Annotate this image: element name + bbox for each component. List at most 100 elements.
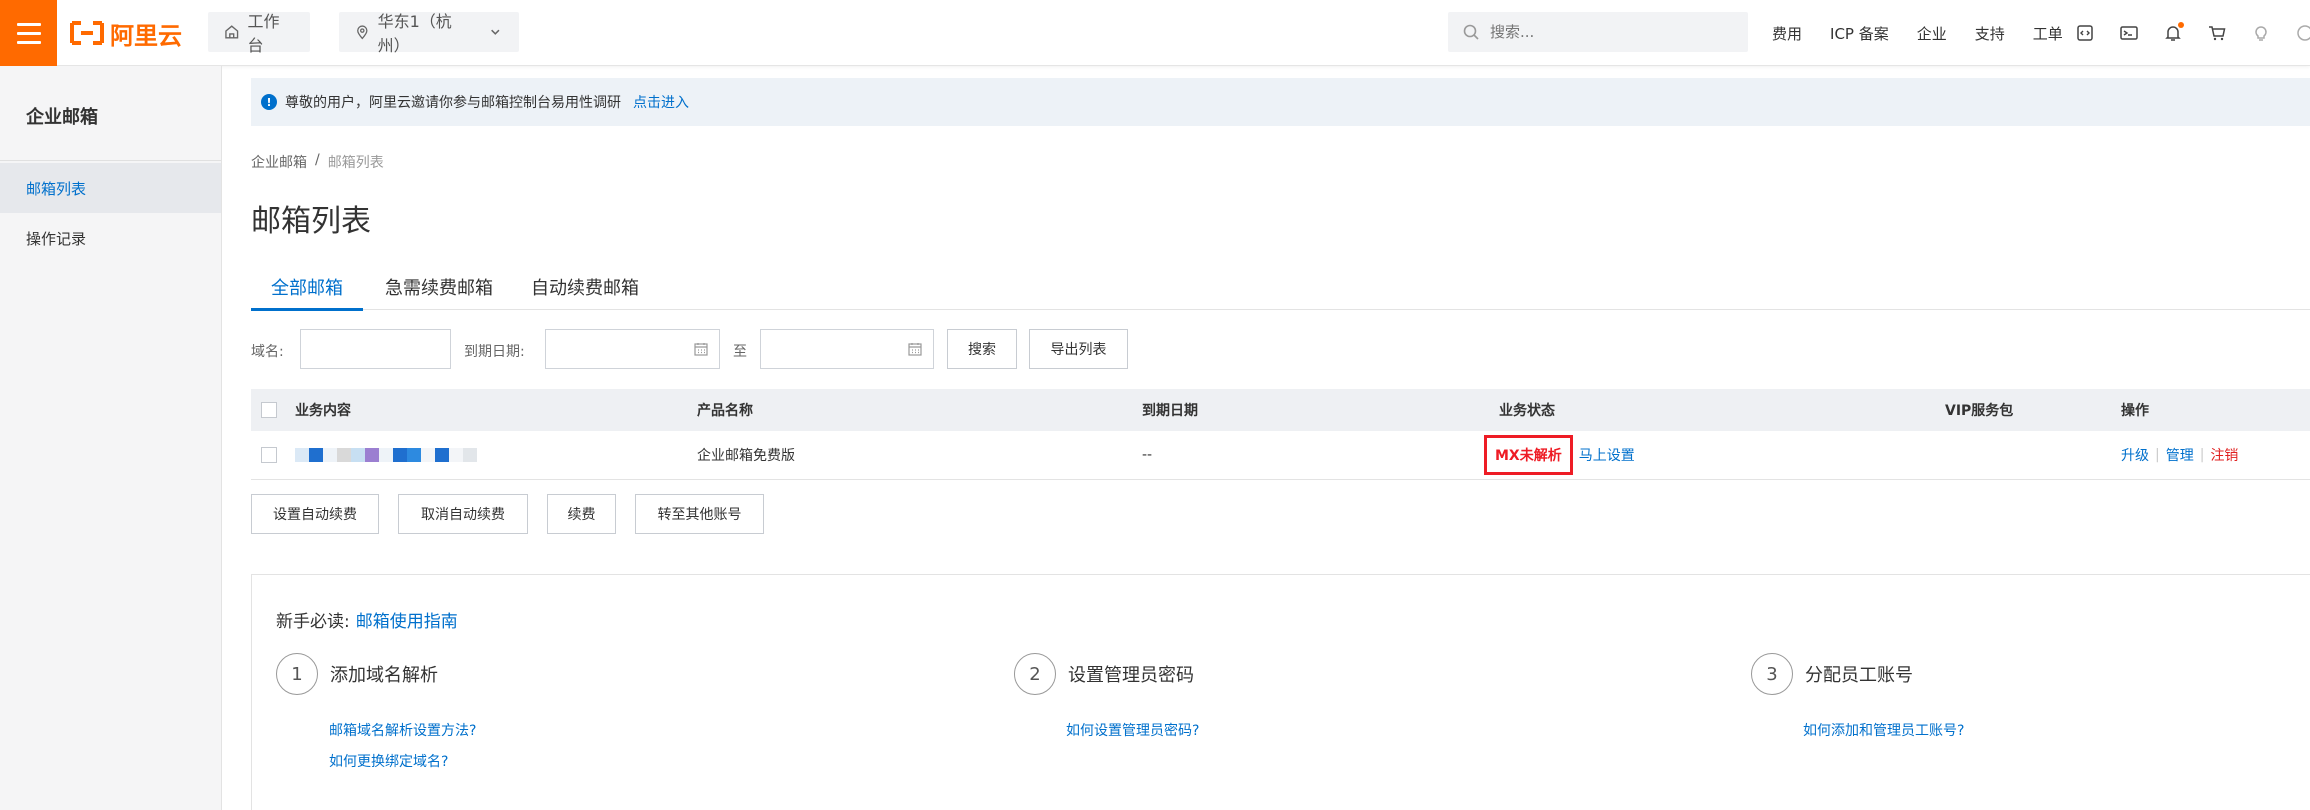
top-link-icp[interactable]: ICP 备案 bbox=[1830, 23, 1889, 44]
beginner-guide-panel: 新手必读: 邮箱使用指南 1 添加域名解析 邮箱域名解析设置方法? 如何更换绑定域… bbox=[251, 574, 2310, 810]
bell-icon[interactable] bbox=[2162, 22, 2184, 44]
sidebar: 企业邮箱 邮箱列表 操作记录 bbox=[0, 66, 222, 810]
sidebar-title: 企业邮箱 bbox=[26, 107, 98, 128]
sidebar-item-operation-log[interactable]: 操作记录 bbox=[0, 213, 221, 263]
guide-step-3: 3 分配员工账号 bbox=[1751, 653, 1913, 695]
help-icon[interactable] bbox=[2294, 22, 2310, 44]
step-title: 分配员工账号 bbox=[1805, 665, 1913, 686]
column-status: 业务状态 bbox=[1499, 403, 1555, 419]
menu-icon[interactable] bbox=[0, 0, 57, 66]
workbench-button[interactable]: 工作台 bbox=[208, 12, 310, 55]
tab-all-mailboxes[interactable]: 全部邮箱 bbox=[251, 264, 363, 311]
lightbulb-icon[interactable] bbox=[2250, 22, 2272, 44]
upgrade-link[interactable]: 升级 bbox=[2121, 445, 2149, 465]
home-icon bbox=[225, 25, 239, 39]
search-button[interactable]: 搜索 bbox=[947, 329, 1017, 369]
expire-date-start[interactable] bbox=[545, 329, 720, 369]
column-vip-package: VIP服务包 bbox=[1945, 403, 2014, 419]
sidebar-item-label: 邮箱列表 bbox=[26, 179, 87, 198]
top-link-ticket[interactable]: 工单 bbox=[2033, 23, 2063, 44]
calendar-icon bbox=[694, 343, 708, 356]
breadcrumb: 企业邮箱 / 邮箱列表 bbox=[251, 152, 384, 172]
step-number: 3 bbox=[1751, 653, 1793, 695]
tab-auto-renewal[interactable]: 自动续费邮箱 bbox=[513, 264, 659, 310]
table-row: 企业邮箱免费版 -- MX未解析 马上设置 升级 | 管理 | 注销 bbox=[251, 431, 2310, 480]
tab-bar: 全部邮箱 急需续费邮箱 自动续费邮箱 bbox=[251, 264, 2310, 311]
code-icon[interactable] bbox=[2074, 22, 2096, 44]
domain-input[interactable] bbox=[301, 330, 440, 368]
business-content-redacted bbox=[295, 431, 477, 479]
domain-label: 域名: bbox=[251, 344, 284, 360]
page-title: 邮箱列表 bbox=[251, 204, 371, 239]
cancel-account-link[interactable]: 注销 bbox=[2210, 445, 2238, 465]
top-links: 费用 ICP 备案 企业 支持 工单 bbox=[1772, 0, 2063, 66]
set-auto-renew-button[interactable]: 设置自动续费 bbox=[251, 494, 379, 534]
step-number: 2 bbox=[1014, 653, 1056, 695]
calendar-icon bbox=[908, 343, 922, 356]
row-checkbox[interactable] bbox=[261, 447, 277, 463]
column-expire-date: 到期日期 bbox=[1142, 403, 1198, 419]
top-link-support[interactable]: 支持 bbox=[1975, 23, 2005, 44]
step-3-link-employee-accounts[interactable]: 如何添加和管理员工账号? bbox=[1803, 720, 1964, 740]
mx-unresolved-status: MX未解析 bbox=[1484, 435, 1573, 475]
column-product-name: 产品名称 bbox=[697, 403, 753, 419]
step-1-link-change-domain[interactable]: 如何更换绑定域名? bbox=[329, 751, 448, 771]
action-separator: | bbox=[2155, 447, 2160, 463]
manage-link[interactable]: 管理 bbox=[2166, 445, 2194, 465]
survey-notice: ! 尊敬的用户，阿里云邀请你参与邮箱控制台易用性调研 点击进入 bbox=[251, 78, 2310, 126]
redacted-mosaic bbox=[295, 448, 477, 462]
info-icon: ! bbox=[261, 94, 277, 110]
mailbox-table: 业务内容 产品名称 到期日期 业务状态 VIP服务包 操作 企业邮箱免费版 --… bbox=[251, 389, 2310, 480]
tab-urgent-renewal[interactable]: 急需续费邮箱 bbox=[363, 264, 513, 310]
location-icon bbox=[357, 25, 368, 40]
sidebar-item-label: 操作记录 bbox=[26, 229, 87, 248]
top-link-enterprise[interactable]: 企业 bbox=[1917, 23, 1947, 44]
date-range-to-label: 至 bbox=[733, 344, 747, 360]
top-navigation-bar: 阿里云 工作台 华东1（杭州） 费用 ICP 备案 企业 支持 工单 bbox=[0, 0, 2310, 66]
region-label: 华东1（杭州） bbox=[377, 12, 452, 55]
top-icon-group bbox=[2074, 0, 2310, 66]
chevron-down-icon bbox=[491, 29, 500, 35]
breadcrumb-item-current: 邮箱列表 bbox=[327, 155, 384, 171]
guide-label: 新手必读: bbox=[276, 612, 350, 632]
notice-link[interactable]: 点击进入 bbox=[633, 92, 689, 112]
step-title: 设置管理员密码 bbox=[1068, 665, 1194, 686]
product-name: 企业邮箱免费版 bbox=[697, 448, 795, 464]
status-cell: MX未解析 马上设置 bbox=[1484, 431, 1635, 479]
region-selector[interactable]: 华东1（杭州） bbox=[339, 12, 519, 55]
select-all-checkbox[interactable] bbox=[261, 402, 277, 418]
sidebar-item-mailbox-list[interactable]: 邮箱列表 bbox=[0, 163, 221, 213]
workbench-label: 工作台 bbox=[247, 12, 280, 55]
action-separator: | bbox=[2199, 447, 2205, 463]
guide-step-1: 1 添加域名解析 bbox=[276, 653, 438, 695]
terminal-icon[interactable] bbox=[2118, 22, 2140, 44]
guide-link[interactable]: 邮箱使用指南 bbox=[356, 612, 458, 632]
step-1-link-dns-setup[interactable]: 邮箱域名解析设置方法? bbox=[329, 720, 476, 740]
column-actions: 操作 bbox=[2121, 403, 2149, 419]
guide-step-2: 2 设置管理员密码 bbox=[1014, 653, 1194, 695]
search-input[interactable] bbox=[1490, 23, 1730, 41]
step-title: 添加域名解析 bbox=[330, 665, 438, 686]
expire-date-value: -- bbox=[1142, 447, 1153, 463]
guide-heading: 新手必读: 邮箱使用指南 bbox=[276, 607, 458, 632]
domain-field[interactable] bbox=[300, 329, 451, 369]
breadcrumb-item-enterprise-mail[interactable]: 企业邮箱 bbox=[251, 152, 307, 172]
set-up-now-link[interactable]: 马上设置 bbox=[1579, 445, 1635, 465]
notification-dot bbox=[2178, 22, 2184, 28]
sidebar-divider bbox=[0, 160, 221, 161]
top-link-billing[interactable]: 费用 bbox=[1772, 23, 1802, 44]
search-icon bbox=[1463, 24, 1479, 40]
step-number: 1 bbox=[276, 653, 318, 695]
expire-date-end[interactable] bbox=[760, 329, 934, 369]
cancel-auto-renew-button[interactable]: 取消自动续费 bbox=[398, 494, 528, 534]
step-2-link-admin-password[interactable]: 如何设置管理员密码? bbox=[1066, 720, 1199, 740]
export-list-button[interactable]: 导出列表 bbox=[1029, 329, 1128, 369]
cart-icon[interactable] bbox=[2206, 22, 2228, 44]
notice-text: 尊敬的用户，阿里云邀请你参与邮箱控制台易用性调研 bbox=[285, 95, 621, 111]
aliyun-logo[interactable]: 阿里云 bbox=[70, 16, 182, 50]
global-search[interactable] bbox=[1448, 12, 1748, 52]
expire-date-label: 到期日期: bbox=[464, 344, 525, 360]
aliyun-logo-icon bbox=[70, 21, 104, 45]
transfer-account-button[interactable]: 转至其他账号 bbox=[635, 494, 764, 534]
renew-button[interactable]: 续费 bbox=[547, 494, 616, 534]
